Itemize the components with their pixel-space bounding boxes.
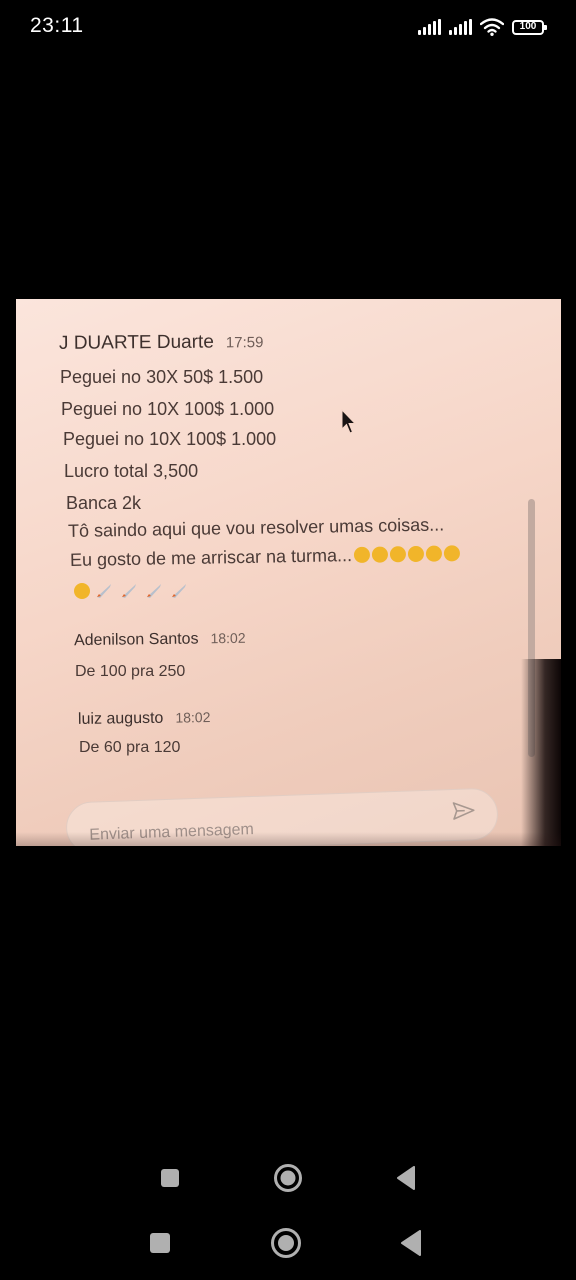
message-line: Banca 2k	[66, 493, 142, 513]
home-circle-icon	[274, 1164, 302, 1192]
message-header: Adenilson Santos 18:02	[74, 630, 246, 650]
zipper-face-emoji	[407, 545, 425, 563]
cool-face-emoji	[353, 546, 371, 564]
emoji-line	[72, 581, 190, 602]
back-button[interactable]	[398, 1218, 424, 1268]
message-line: Eu gosto de me arriscar na turma...	[69, 543, 461, 571]
status-bar: 23:11 100	[0, 0, 576, 54]
message-author: Adenilson Santos	[73, 630, 199, 650]
home-circle-icon	[271, 1228, 301, 1258]
photo-shadow	[16, 832, 561, 846]
chat-thread: J DUARTE Duarte 17:59 Peguei no 30X 50$ …	[16, 299, 561, 846]
message-line: De 60 pra 120	[79, 739, 181, 756]
status-time: 23:11	[30, 14, 84, 37]
recents-button[interactable]	[156, 1153, 184, 1203]
navigation-bar	[0, 1153, 576, 1203]
message-time: 18:02	[210, 629, 246, 647]
message-header: luiz augusto 18:02	[78, 709, 211, 729]
rocket-emoji	[122, 584, 137, 598]
rocket-emoji	[172, 584, 187, 598]
cool-face-emoji	[389, 546, 407, 563]
message-line: Peguei no 30X 50$ 1.500	[60, 367, 264, 387]
chat-photo: J DUARTE Duarte 17:59 Peguei no 30X 50$ …	[16, 299, 561, 846]
mouse-cursor-icon	[341, 409, 357, 434]
status-icons: 100	[418, 16, 547, 38]
message-line: De 100 pra 250	[75, 663, 186, 680]
send-icon[interactable]	[452, 801, 475, 820]
back-button[interactable]	[394, 1153, 418, 1203]
navigation-bar	[0, 1218, 576, 1268]
message-line: Lucro total 3,500	[64, 461, 199, 481]
recents-button[interactable]	[146, 1218, 174, 1268]
photo-shadow	[521, 659, 561, 846]
rocket-emoji	[97, 584, 112, 598]
zipper-face-emoji	[74, 583, 90, 599]
battery-icon: 100	[512, 19, 547, 35]
recents-square-icon	[161, 1169, 179, 1187]
home-button[interactable]	[272, 1153, 304, 1203]
wifi-icon	[480, 18, 504, 36]
cool-face-emoji	[371, 546, 389, 563]
back-triangle-icon	[397, 1166, 415, 1190]
message-header: J DUARTE Duarte 17:59	[59, 331, 264, 355]
message-author: luiz augusto	[77, 709, 164, 728]
battery-level: 100	[519, 21, 537, 32]
signal-icon	[449, 19, 472, 35]
back-triangle-icon	[401, 1230, 421, 1256]
zipper-face-emoji	[425, 545, 443, 562]
recents-square-icon	[150, 1233, 170, 1253]
message-line: Peguei no 10X 100$ 1.000	[61, 399, 275, 419]
message-text: Eu gosto de me arriscar na turma...	[69, 545, 353, 570]
message-line: Tô saindo aqui que vou resolver umas coi…	[67, 514, 445, 541]
message-author: J DUARTE Duarte	[58, 331, 214, 354]
zipper-face-emoji	[443, 545, 461, 562]
rocket-emoji	[147, 584, 162, 598]
signal-icon	[418, 19, 441, 35]
home-button[interactable]	[269, 1218, 303, 1268]
message-time: 17:59	[225, 334, 264, 352]
message-line: Peguei no 10X 100$ 1.000	[63, 429, 277, 449]
message-time: 18:02	[175, 709, 211, 726]
phone-screen: 23:11 100 J DUARTE Duarte 17:59 Peguei n…	[0, 0, 576, 1280]
